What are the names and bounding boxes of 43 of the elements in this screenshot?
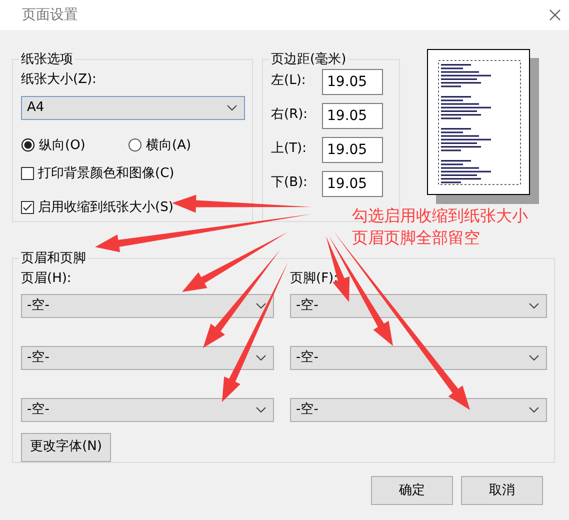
field-label: 页眉(H): [21, 270, 72, 288]
dropdown[interactable]: -空- [21, 398, 274, 422]
chevron-icon [529, 302, 539, 308]
chevron-icon [256, 354, 266, 360]
dropdown[interactable]: -空- [21, 346, 274, 370]
annotation-text: 页眉页脚全部留空 [352, 227, 481, 249]
dropdown[interactable]: -空- [290, 346, 547, 370]
chevron-icon [256, 302, 266, 308]
chevron-icon [256, 406, 266, 412]
window-title: 页面设置 [22, 6, 78, 24]
change-font-button[interactable]: 更改字体(N) [21, 432, 111, 462]
annotation-text: 勾选启用收缩到纸张大小 [352, 205, 528, 227]
radio-label[interactable]: 横向(A) [146, 136, 192, 155]
field-label: 右(R): [271, 106, 308, 124]
radio-label[interactable]: 纵向(O) [39, 136, 86, 155]
margin-input[interactable]: 19.05 [322, 69, 383, 95]
chevron-icon [227, 104, 237, 110]
close-icon[interactable] [549, 9, 561, 21]
field-label: 下(B): [271, 174, 308, 192]
margin-input[interactable]: 19.05 [322, 171, 383, 197]
dialog-button[interactable]: 确定 [371, 476, 453, 505]
group-title: 纸张选项 [20, 53, 74, 66]
dropdown[interactable]: A4 [21, 96, 245, 120]
radio-button[interactable] [21, 138, 35, 152]
field-label: 上(T): [271, 140, 306, 158]
field-label: 纸张大小(Z): [21, 71, 98, 89]
checkbox[interactable] [21, 200, 34, 214]
chevron-icon [529, 354, 539, 360]
dropdown[interactable]: -空- [21, 294, 274, 318]
chevron-icon [529, 406, 539, 412]
dropdown[interactable]: -空- [290, 294, 547, 318]
radio-button[interactable] [128, 138, 142, 152]
checkbox-label[interactable]: 启用收缩到纸张大小(S) [38, 198, 174, 217]
margin-input[interactable]: 19.05 [322, 103, 383, 129]
dialog-button[interactable]: 取消 [461, 476, 543, 505]
checkbox-label[interactable]: 打印背景颜色和图像(C) [38, 164, 174, 184]
dropdown[interactable]: -空- [290, 398, 547, 422]
checkbox[interactable] [21, 167, 34, 180]
field-label: 左(L): [271, 72, 306, 90]
group-title: 页眉和页脚 [20, 252, 87, 265]
group-title: 页边距(毫米) [270, 53, 348, 66]
field-label: 页脚(F): [290, 270, 338, 288]
margin-input[interactable]: 19.05 [322, 137, 383, 163]
